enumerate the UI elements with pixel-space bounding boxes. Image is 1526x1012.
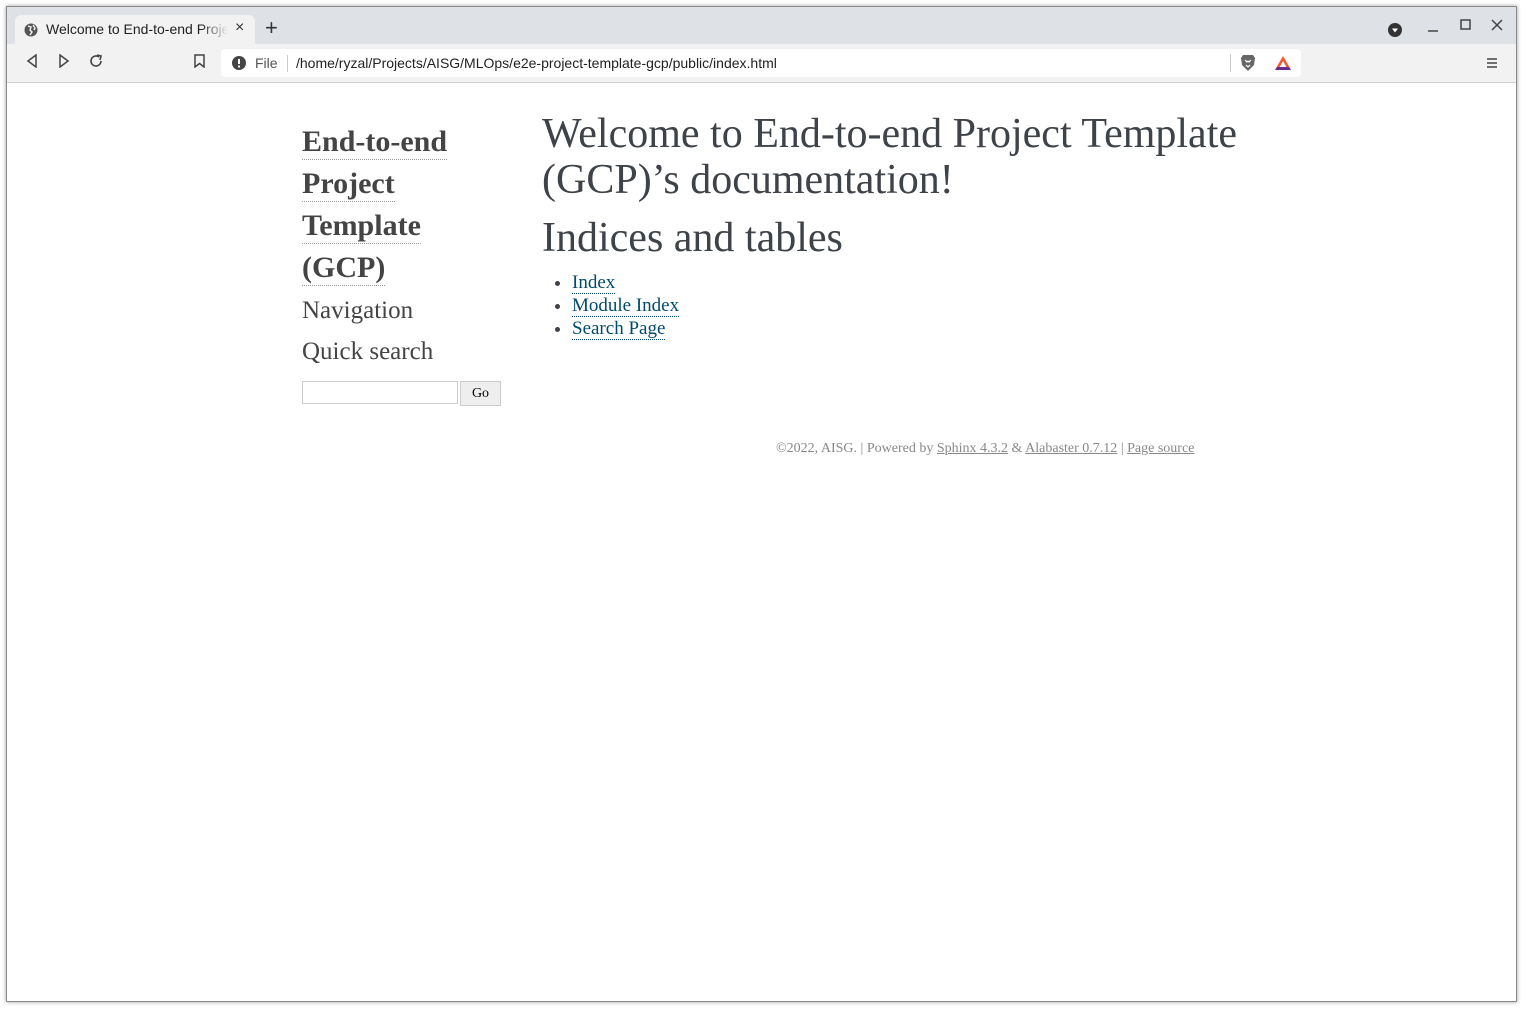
tab-active[interactable]: Welcome to End-to-end Project Template (… <box>15 15 255 44</box>
brave-rewards-icon[interactable] <box>1274 55 1292 71</box>
search-input[interactable] <box>302 381 458 404</box>
profile-dropdown-icon[interactable] <box>1388 23 1402 37</box>
toolbar: File /home/ryzal/Projects/AISG/MLOps/e2e… <box>7 44 1516 83</box>
url-text[interactable]: /home/ryzal/Projects/AISG/MLOps/e2e-proj… <box>296 55 777 71</box>
menu-icon[interactable] <box>1486 57 1498 69</box>
minimize-icon[interactable] <box>1427 21 1439 33</box>
page-title: Welcome to End-to-end Project Template (… <box>542 111 1238 203</box>
list-item: Index <box>572 271 679 294</box>
logo-link[interactable]: End-to-end <box>302 125 448 160</box>
page-content: End-to-end Project Template (GCP) Naviga… <box>7 83 1516 1001</box>
url-scheme-label: File <box>255 55 278 71</box>
page-source-link[interactable]: Page source <box>1127 441 1194 456</box>
reload-icon[interactable] <box>89 54 103 68</box>
info-warning-icon[interactable] <box>232 56 246 70</box>
footer-text: | Powered by <box>857 441 937 456</box>
go-button[interactable]: Go <box>460 381 501 406</box>
address-bar[interactable]: File /home/ryzal/Projects/AISG/MLOps/e2e… <box>221 49 1301 77</box>
bookmark-icon[interactable] <box>194 54 205 68</box>
footer: ©2022, AISG. | Powered by Sphinx 4.3.2 &… <box>776 441 1194 457</box>
navigation-heading: Navigation <box>302 297 414 324</box>
brave-shields-icon[interactable] <box>1240 54 1256 72</box>
maximize-icon[interactable] <box>1460 19 1472 31</box>
index-link[interactable]: Index <box>572 272 616 294</box>
tab-close-icon[interactable]: × <box>235 19 244 37</box>
logo-link[interactable]: Template <box>302 209 421 244</box>
module-index-link[interactable]: Module Index <box>572 295 680 317</box>
globe-icon <box>24 23 38 37</box>
close-window-icon[interactable] <box>1491 19 1503 31</box>
footer-text: | <box>1117 441 1128 456</box>
search-page-link[interactable]: Search Page <box>572 318 666 340</box>
forward-icon[interactable] <box>58 54 70 68</box>
sphinx-link[interactable]: Sphinx 4.3.2 <box>937 441 1008 456</box>
back-icon[interactable] <box>26 54 38 68</box>
quick-search-heading: Quick search <box>302 338 434 365</box>
tab-bar: Welcome to End-to-end Project Template (… <box>7 7 1516 44</box>
logo-link[interactable]: (GCP) <box>302 251 386 286</box>
footer-text: & <box>1008 441 1026 456</box>
list-item: Search Page <box>572 317 679 340</box>
section-heading: Indices and tables <box>542 215 843 261</box>
divider <box>287 55 288 72</box>
copyright: ©2022, AISG. <box>776 441 858 456</box>
browser-window: Welcome to End-to-end Project Template (… <box>6 6 1517 1002</box>
indices-list: Index Module Index Search Page <box>554 271 680 340</box>
divider <box>1230 54 1231 72</box>
list-item: Module Index <box>572 294 680 317</box>
new-tab-button[interactable]: + <box>265 15 278 41</box>
tab-title: Welcome to End-to-end Project Template (… <box>46 21 228 37</box>
logo-link[interactable]: Project <box>302 167 395 202</box>
alabaster-link[interactable]: Alabaster 0.7.12 <box>1025 441 1117 456</box>
